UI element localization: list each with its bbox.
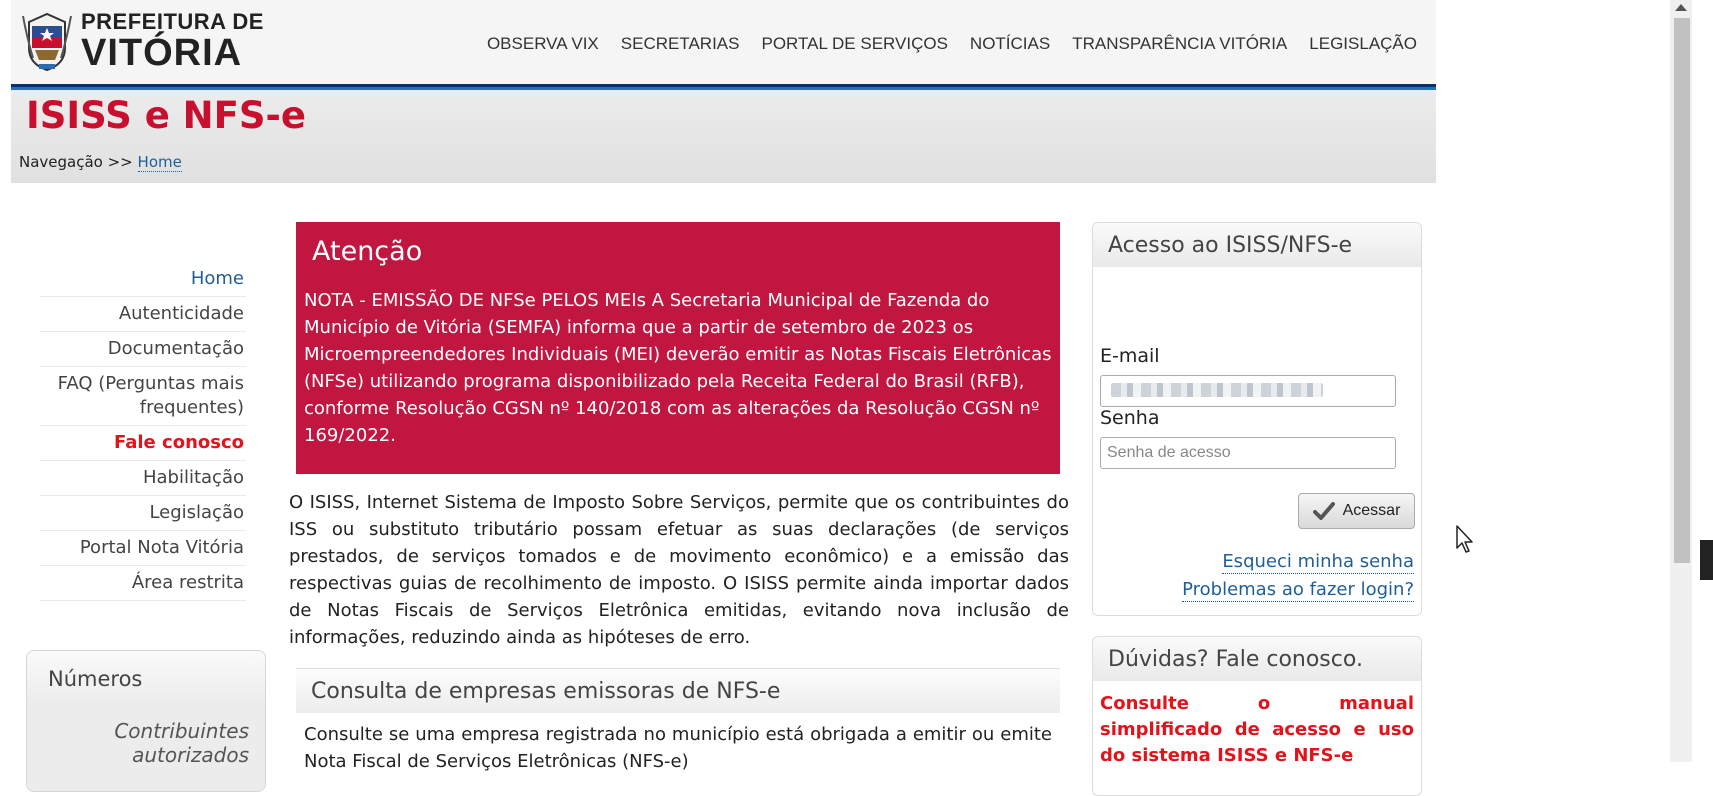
numbers-panel: Números Contribuintes autorizados bbox=[26, 650, 266, 792]
logo-line1: PREFEITURA DE bbox=[81, 8, 264, 34]
intro-paragraph: O ISISS, Internet Sistema de Imposto Sob… bbox=[289, 492, 1069, 648]
company-lookup-title: Consulta de empresas emissoras de NFS-e bbox=[296, 669, 1060, 713]
sidebar-item-legislacao[interactable]: Legislação bbox=[40, 496, 246, 531]
forgot-password-link[interactable]: Esqueci minha senha bbox=[1222, 551, 1414, 574]
nav-transparencia[interactable]: TRANSPARÊNCIA VITÓRIA bbox=[1061, 34, 1298, 54]
sidebar-item-area-restrita[interactable]: Área restrita bbox=[40, 566, 246, 601]
logo-line2: VITÓRIA bbox=[81, 31, 243, 74]
email-field[interactable] bbox=[1100, 375, 1396, 407]
mouse-cursor-icon bbox=[1456, 525, 1473, 553]
nav-legislacao[interactable]: LEGISLAÇÃO bbox=[1298, 34, 1428, 54]
nav-portal-servicos[interactable]: PORTAL DE SERVIÇOS bbox=[750, 34, 958, 54]
login-title: Acesso ao ISISS/NFS-e bbox=[1093, 223, 1421, 267]
email-label: E-mail bbox=[1100, 345, 1160, 367]
company-lookup-panel: Consulta de empresas emissoras de NFS-e … bbox=[296, 668, 1060, 788]
sidebar-item-documentacao[interactable]: Documentação bbox=[40, 332, 246, 367]
sidebar-item-autenticidade[interactable]: Autenticidade bbox=[40, 297, 246, 332]
sidebar-item-portal-nota-vitoria[interactable]: Portal Nota Vitória bbox=[40, 531, 246, 566]
password-label: Senha bbox=[1100, 407, 1160, 429]
city-crest-icon bbox=[22, 12, 72, 72]
side-tab bbox=[1700, 540, 1713, 580]
sidebar-item-fale-conosco[interactable]: Fale conosco bbox=[40, 426, 246, 461]
company-lookup-text: Consulte se uma empresa registrada no mu… bbox=[304, 724, 1052, 772]
manual-link[interactable]: Consulte o manual simplificado de acesso… bbox=[1093, 681, 1421, 769]
redacted-email-value bbox=[1111, 383, 1323, 397]
login-problems-link[interactable]: Problemas ao fazer login? bbox=[1182, 579, 1414, 602]
sidebar-item-home[interactable]: Home bbox=[40, 262, 246, 297]
nav-noticias[interactable]: NOTÍCIAS bbox=[959, 34, 1061, 54]
login-submit-button[interactable]: Acessar bbox=[1298, 493, 1415, 529]
sidebar-menu: Home Autenticidade Documentação FAQ (Per… bbox=[40, 262, 246, 601]
attention-alert: Atenção NOTA - EMISSÃO DE NFSe PELOS MEI… bbox=[296, 222, 1060, 474]
nav-observa-vix[interactable]: OBSERVA VIX bbox=[476, 34, 610, 54]
sidebar-item-habilitacao[interactable]: Habilitação bbox=[40, 461, 246, 496]
scroll-up-icon[interactable] bbox=[1675, 4, 1687, 11]
numbers-title: Números bbox=[27, 651, 265, 705]
help-panel: Dúvidas? Fale conosco. Consulte o manual… bbox=[1092, 636, 1422, 796]
check-icon bbox=[1312, 502, 1335, 520]
scroll-thumb[interactable] bbox=[1674, 18, 1690, 563]
page-title: ISISS e NFS-e bbox=[26, 94, 307, 137]
site: PREFEITURA DE VITÓRIA OBSERVA VIX SECRET… bbox=[11, 0, 1436, 183]
site-logo[interactable]: PREFEITURA DE VITÓRIA bbox=[19, 8, 264, 74]
password-field[interactable] bbox=[1100, 437, 1396, 469]
top-nav: OBSERVA VIX SECRETARIAS PORTAL DE SERVIÇ… bbox=[476, 34, 1428, 54]
alert-title: Atenção bbox=[312, 236, 423, 267]
login-submit-label: Acessar bbox=[1342, 502, 1401, 519]
top-header: PREFEITURA DE VITÓRIA OBSERVA VIX SECRET… bbox=[11, 0, 1436, 90]
page-scrollbar[interactable] bbox=[1670, 0, 1692, 762]
alert-text: NOTA - EMISSÃO DE NFSe PELOS MEIs A Secr… bbox=[304, 290, 1052, 446]
breadcrumb-home-link[interactable]: Home bbox=[137, 153, 182, 172]
nav-secretarias[interactable]: SECRETARIAS bbox=[610, 34, 751, 54]
numbers-text: Contribuintes autorizados bbox=[27, 705, 265, 791]
login-panel: Acesso ao ISISS/NFS-e E-mail Senha Acess… bbox=[1092, 222, 1422, 616]
help-title: Dúvidas? Fale conosco. bbox=[1093, 637, 1421, 681]
breadcrumb: Navegação >> Home bbox=[19, 153, 182, 172]
sidebar-item-faq[interactable]: FAQ (Perguntas mais frequentes) bbox=[40, 367, 246, 426]
breadcrumb-label: Navegação >> bbox=[19, 153, 133, 171]
page-banner: ISISS e NFS-e Navegação >> Home bbox=[11, 90, 1436, 183]
